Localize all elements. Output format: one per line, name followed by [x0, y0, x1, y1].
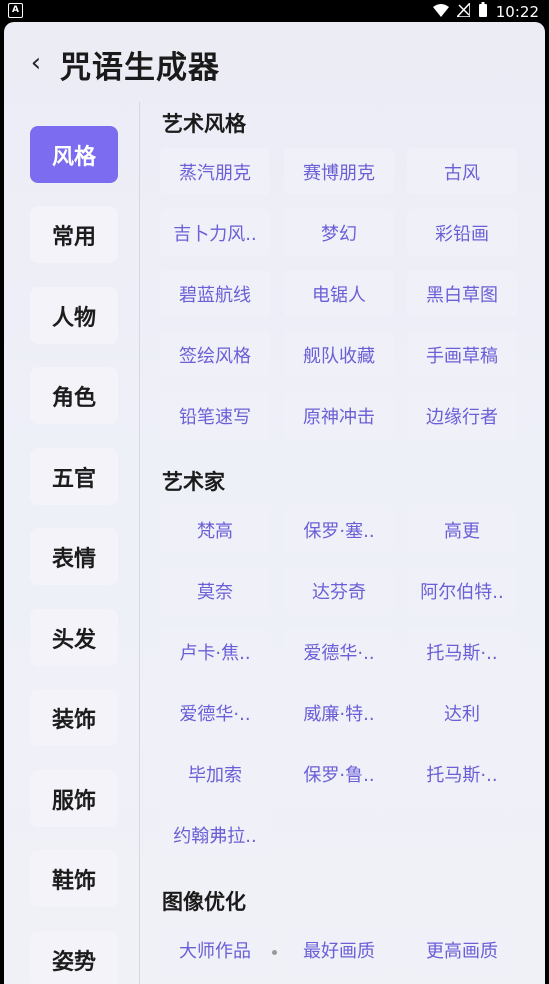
back-button[interactable]: ‹: [24, 46, 48, 80]
prompt-chip[interactable]: 爱德华·..: [284, 628, 394, 675]
page-title: 咒语生成器: [60, 50, 220, 86]
sidebar-item-common[interactable]: 常用: [30, 206, 118, 263]
notification-icon: A: [8, 3, 23, 18]
prompt-chip[interactable]: 碧蓝航线: [160, 270, 270, 317]
prompt-chip[interactable]: 达芬奇: [284, 567, 394, 614]
prompt-chip[interactable]: 托马斯·..: [407, 750, 517, 797]
app-screen: ‹ 咒语生成器 风格 常用 人物 角色 五官 表情 头发 装饰 服饰 鞋饰 姿势…: [4, 22, 545, 984]
prompt-chip[interactable]: 古风: [407, 148, 517, 195]
sidebar-item-shoes[interactable]: 鞋饰: [30, 850, 118, 907]
prompt-chip[interactable]: 吉卜力风..: [160, 209, 270, 256]
prompt-chip[interactable]: 梵高: [160, 506, 270, 553]
prompt-chip[interactable]: 赛博朋克: [284, 148, 394, 195]
prompt-chip[interactable]: 毕加索: [160, 750, 270, 797]
prompt-chip[interactable]: 高更: [407, 506, 517, 553]
prompt-chip[interactable]: 舰队收藏: [284, 331, 394, 378]
signal-icon: [455, 1, 471, 21]
prompt-chip[interactable]: 最好画质: [284, 926, 394, 973]
sidebar-item-character[interactable]: 角色: [30, 367, 118, 424]
battery-icon: [478, 2, 488, 22]
prompt-chip[interactable]: 黑白草图: [407, 270, 517, 317]
sidebar-item-style[interactable]: 风格: [30, 126, 118, 183]
section-title-art-style: 艺术风格: [162, 112, 246, 136]
prompt-chip[interactable]: 铅笔速写: [160, 392, 270, 439]
prompt-chip[interactable]: 蒸汽朋克: [160, 148, 270, 195]
prompt-chip[interactable]: 彩铅画: [407, 209, 517, 256]
prompt-chip[interactable]: 保罗·鲁..: [284, 750, 394, 797]
prompt-chip[interactable]: 边缘行者: [407, 392, 517, 439]
sidebar-item-person[interactable]: 人物: [30, 287, 118, 344]
prompt-chip[interactable]: 爱德华·..: [160, 689, 270, 736]
divider: [139, 102, 140, 984]
prompt-chip[interactable]: 保罗·塞..: [284, 506, 394, 553]
wifi-icon: [432, 3, 449, 21]
sidebar-item-hair[interactable]: 头发: [30, 609, 118, 666]
section-title-image-optimization: 图像优化: [162, 890, 246, 914]
prompt-chip[interactable]: 卢卡·焦..: [160, 628, 270, 675]
prompt-chip[interactable]: 莫奈: [160, 567, 270, 614]
prompt-chip[interactable]: 威廉·特..: [284, 689, 394, 736]
prompt-chip[interactable]: 更高画质: [407, 926, 517, 973]
section-title-artists: 艺术家: [162, 470, 225, 494]
header: ‹ 咒语生成器: [4, 22, 545, 102]
sidebar-item-clothing[interactable]: 服饰: [30, 770, 118, 827]
clock: 10:22: [495, 3, 539, 21]
prompt-chip[interactable]: 达利: [407, 689, 517, 736]
scroll-indicator-dot: [272, 950, 277, 955]
prompt-chip[interactable]: 大师作品: [160, 926, 270, 973]
prompt-chip[interactable]: 阿尔伯特..: [407, 567, 517, 614]
prompt-chip[interactable]: 梦幻: [284, 209, 394, 256]
sidebar-item-accessories[interactable]: 装饰: [30, 689, 118, 746]
prompt-chip[interactable]: 手画草稿: [407, 331, 517, 378]
sidebar-item-expression[interactable]: 表情: [30, 528, 118, 585]
prompt-chip[interactable]: 签绘风格: [160, 331, 270, 378]
prompt-chip[interactable]: 托马斯·..: [407, 628, 517, 675]
sidebar-item-features[interactable]: 五官: [30, 448, 118, 505]
prompt-chip[interactable]: 电锯人: [284, 270, 394, 317]
status-bar: A 10:22: [0, 0, 549, 22]
prompt-chip[interactable]: 原神冲击: [284, 392, 394, 439]
prompt-chip[interactable]: 约翰弗拉..: [160, 811, 270, 858]
sidebar-item-pose[interactable]: 姿势: [30, 931, 118, 984]
